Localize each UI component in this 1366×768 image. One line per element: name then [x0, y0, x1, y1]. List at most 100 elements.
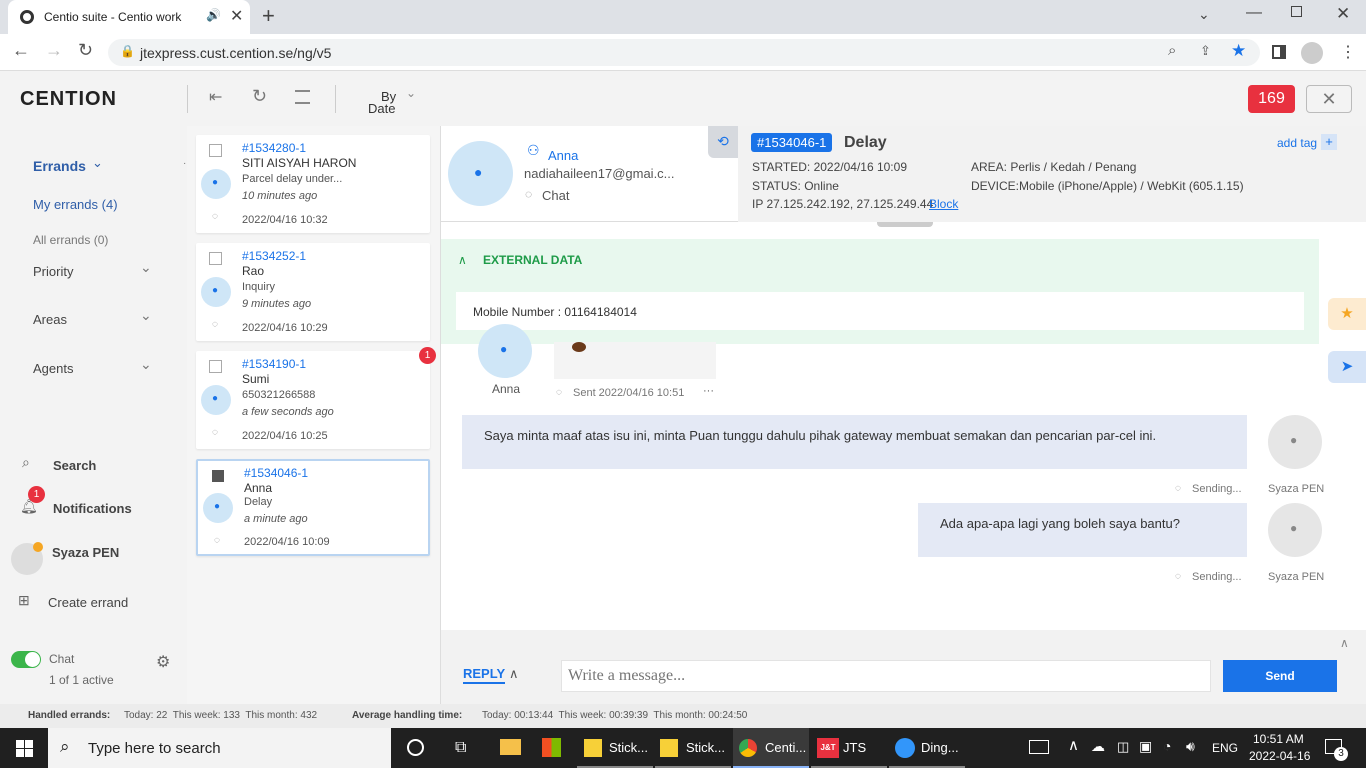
- chat-settings-icon[interactable]: ⚙: [156, 652, 170, 672]
- sidebar-areas[interactable]: Areas: [33, 312, 67, 327]
- sidepanel-icon[interactable]: [1272, 45, 1286, 59]
- block-link[interactable]: Block: [929, 197, 958, 211]
- add-tag-plus-icon[interactable]: +: [1321, 134, 1337, 150]
- taskbar-app-chrome[interactable]: Centi...: [733, 728, 809, 768]
- errand-ago: a few seconds ago: [242, 406, 334, 418]
- chevron-down-icon[interactable]: ⌄: [140, 307, 152, 324]
- profile-icon[interactable]: [1301, 42, 1323, 64]
- checkbox-checked[interactable]: [212, 470, 224, 482]
- reply-tab[interactable]: REPLY: [463, 666, 506, 684]
- create-errand-icon[interactable]: ⊞: [18, 592, 30, 609]
- chevron-down-icon[interactable]: ⌄: [140, 356, 152, 373]
- sidebar-my-errands[interactable]: My errands (4): [33, 197, 118, 212]
- close-tab-icon[interactable]: ✕: [230, 6, 243, 26]
- sidebar-user[interactable]: Syaza PEN: [52, 545, 119, 560]
- divider: [335, 85, 336, 113]
- chevron-up-icon[interactable]: ∧: [1340, 636, 1349, 650]
- sidebar-agents[interactable]: Agents: [33, 361, 73, 376]
- minimize-icon[interactable]: —: [1246, 4, 1262, 22]
- checkbox[interactable]: [209, 144, 222, 157]
- bookmark-star-icon[interactable]: ★: [1231, 41, 1246, 61]
- more-options-icon[interactable]: ···: [703, 385, 714, 397]
- network-icon[interactable]: ▣: [1139, 738, 1152, 755]
- onedrive-icon[interactable]: ☁: [1091, 738, 1105, 755]
- channel-label: Chat: [542, 188, 570, 203]
- checkbox[interactable]: [209, 360, 222, 373]
- taskbar-app-ding[interactable]: Ding...: [889, 728, 965, 768]
- search-icon: ⌕: [60, 737, 70, 756]
- browser-tab[interactable]: Centio suite - Centio work 🔊 ✕: [8, 0, 250, 34]
- send-location-button[interactable]: ➤: [1328, 351, 1366, 383]
- sidebar-notifications[interactable]: Notifications: [53, 501, 132, 516]
- taskbar-app-sticky-1[interactable]: Stick...: [577, 728, 653, 768]
- list-item-selected[interactable]: ● #1534046-1 Anna Delay a minute ago ◌ 2…: [196, 459, 430, 556]
- back-icon[interactable]: ←: [12, 40, 30, 61]
- dingtalk-icon: [895, 738, 915, 758]
- collapse-icon[interactable]: ⇤: [209, 87, 222, 107]
- chevron-up-icon[interactable]: ∧: [458, 253, 467, 267]
- wifi-icon[interactable]: ◔: [1163, 738, 1171, 754]
- message-input[interactable]: [561, 660, 1211, 692]
- file-explorer-icon[interactable]: [500, 739, 521, 755]
- menu-icon[interactable]: ⋮: [1340, 42, 1356, 62]
- zoom-icon[interactable]: ⌕: [1168, 42, 1176, 59]
- sidebar-search[interactable]: Search: [53, 458, 96, 473]
- volume-icon[interactable]: 🔊︎: [1186, 738, 1195, 755]
- close-button[interactable]: ✕: [1306, 85, 1352, 113]
- clock-time[interactable]: 10:51 AM: [1253, 732, 1304, 746]
- chevron-down-icon[interactable]: ⌄: [92, 155, 103, 171]
- chevron-down-icon[interactable]: ⌄: [140, 259, 152, 276]
- customer-image-message[interactable]: [554, 342, 716, 379]
- list-item[interactable]: ● #1534190-1 Sumi 650321266588 a few sec…: [196, 347, 436, 449]
- tab-search-icon[interactable]: ⌄: [1198, 6, 1210, 23]
- taskbar-search-box[interactable]: ⌕ Type here to search: [48, 728, 391, 768]
- sidebar-all-errands[interactable]: All errands (0): [33, 233, 108, 247]
- history-button[interactable]: ⟲: [708, 126, 738, 158]
- task-view-icon[interactable]: ⧉: [455, 739, 466, 757]
- favorite-button[interactable]: ★: [1328, 298, 1366, 330]
- reload-icon[interactable]: ↻: [78, 40, 93, 61]
- restore-icon[interactable]: [1291, 6, 1302, 17]
- chevron-up-icon[interactable]: ∧: [1068, 736, 1079, 754]
- handled-stats: Today: 22 This week: 133 This month: 432: [124, 710, 318, 721]
- send-button[interactable]: Send: [1223, 660, 1337, 692]
- search-icon[interactable]: ⌕: [22, 454, 30, 471]
- sort-by-date-dropdown[interactable]: By Date ⌄: [366, 86, 418, 117]
- list-item[interactable]: ● #1534252-1 Rao Inquiry 9 minutes ago ◌…: [196, 243, 430, 341]
- windows-start-icon[interactable]: [16, 740, 33, 757]
- new-tab-icon[interactable]: +: [262, 3, 275, 29]
- contact-name[interactable]: Anna: [548, 148, 578, 163]
- cortana-icon[interactable]: [407, 739, 424, 756]
- add-contact-icon[interactable]: ⚇: [527, 142, 540, 159]
- chat-toggle[interactable]: [11, 651, 41, 668]
- omnibox[interactable]: 🔒 jtexpress.cust.cention.se/ng/v5 ⌕ ⇪ ★: [108, 39, 1260, 66]
- language-indicator[interactable]: ENG: [1212, 741, 1238, 755]
- refresh-icon[interactable]: ↻: [252, 86, 267, 107]
- speaker-icon: 🔊: [206, 8, 221, 22]
- share-icon[interactable]: ⇪: [1200, 43, 1211, 59]
- errand-date: 2022/04/16 10:09: [244, 536, 330, 548]
- external-data-title: EXTERNAL DATA: [483, 253, 583, 267]
- user-icon: ●: [500, 342, 508, 356]
- list-view-icon[interactable]: [295, 90, 310, 104]
- chevron-up-icon[interactable]: ∧: [509, 666, 519, 682]
- sidebar-errands[interactable]: Errands: [33, 158, 86, 174]
- scroll-handle[interactable]: [877, 222, 933, 227]
- taskbar-app-sticky-2[interactable]: Stick...: [655, 728, 731, 768]
- meet-icon[interactable]: ◫: [1117, 739, 1129, 755]
- store-icon[interactable]: [542, 738, 561, 757]
- url-text: jtexpress.cust.cention.se/ng/v5: [140, 45, 332, 61]
- errand-counter-badge[interactable]: 169: [1248, 85, 1295, 113]
- keyboard-icon[interactable]: [1029, 740, 1049, 754]
- sidebar-create-errand[interactable]: Create errand: [48, 595, 128, 610]
- forward-icon[interactable]: →: [45, 40, 63, 61]
- agent-message-text: Ada apa-apa lagi yang boleh saya bantu?: [940, 516, 1180, 531]
- clock-date[interactable]: 2022-04-16: [1249, 749, 1310, 763]
- add-tag-link[interactable]: add tag: [1277, 136, 1317, 150]
- list-item[interactable]: ● #1534280-1 SITI AISYAH HARON Parcel de…: [196, 135, 430, 233]
- contact-email: nadiahaileen17@gmai.c...: [524, 166, 675, 181]
- close-window-icon[interactable]: ✕: [1336, 4, 1350, 24]
- sidebar-priority[interactable]: Priority: [33, 264, 73, 279]
- taskbar-app-jts[interactable]: J&T JTS: [811, 728, 887, 768]
- checkbox[interactable]: [209, 252, 222, 265]
